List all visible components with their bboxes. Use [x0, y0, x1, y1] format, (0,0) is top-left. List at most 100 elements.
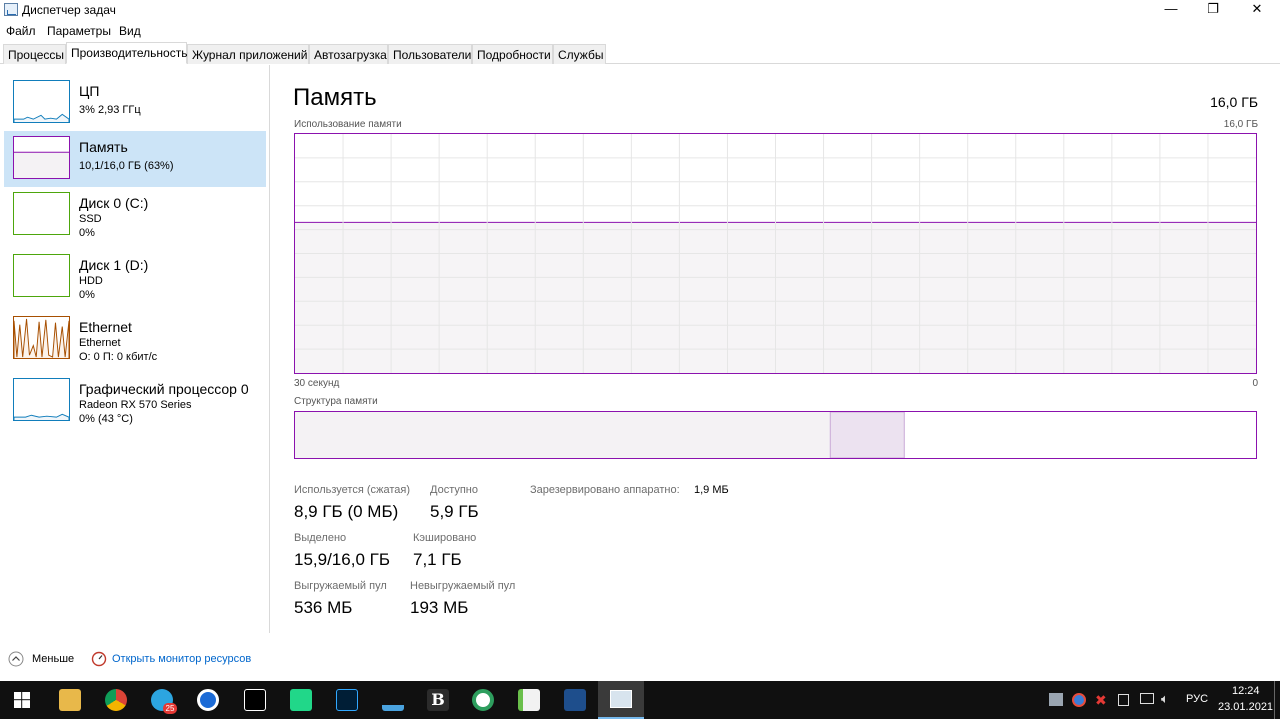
notepad-app-icon[interactable]: [518, 689, 540, 711]
ethernet-mini-graph: [13, 316, 70, 359]
tab-app-history[interactable]: Журнал приложений: [187, 44, 309, 64]
sidebar-item-sub: Radeon RX 570 Series: [79, 399, 192, 411]
restore-button[interactable]: ❐: [1190, 0, 1236, 20]
sidebar-item-sub: 10,1/16,0 ГБ (63%): [79, 160, 174, 172]
sidebar-item-sub: 3% 2,93 ГГц: [79, 104, 141, 116]
memory-usage-graph: [294, 133, 1257, 374]
available-label: Доступно: [430, 484, 479, 496]
task-manager-icon: [4, 3, 18, 16]
committed-label: Выделено: [294, 532, 347, 544]
available-value: 5,9 ГБ: [430, 502, 479, 521]
minimize-button[interactable]: —: [1148, 0, 1194, 20]
memory-structure-bar: [294, 411, 1257, 459]
sidebar-item-title: Ethernet: [79, 319, 132, 335]
paged-pool-value: 536 МБ: [294, 598, 353, 617]
pycharm-icon[interactable]: [290, 689, 312, 711]
chevron-up-icon[interactable]: [8, 651, 24, 667]
powershell-icon[interactable]: [564, 689, 586, 711]
gpu-mini-graph: [13, 378, 70, 421]
tray-alert-icon[interactable]: ✖: [1095, 692, 1107, 709]
photoshop-icon[interactable]: [336, 689, 358, 711]
structure-in-use-segment: [295, 412, 831, 458]
window-title: Диспетчер задач: [22, 3, 116, 17]
tab-users[interactable]: Пользователи: [388, 44, 472, 64]
resource-monitor-icon: [91, 651, 107, 667]
file-explorer-icon[interactable]: [59, 689, 81, 711]
tray-app-icon[interactable]: [1049, 693, 1063, 706]
tray-device-icon[interactable]: [1118, 694, 1129, 706]
nonpaged-pool-value: 193 МБ: [410, 598, 469, 617]
sidebar-item-title: ЦП: [79, 83, 100, 99]
nonpaged-pool-label: Невыгружаемый пул: [410, 580, 516, 592]
close-button[interactable]: ✕: [1234, 0, 1280, 20]
b-app-icon[interactable]: B: [427, 689, 449, 711]
intellij-idea-icon[interactable]: [244, 689, 266, 711]
fewer-details-button[interactable]: Меньше: [32, 653, 74, 665]
cached-label: Кэшировано: [413, 532, 477, 544]
tray-network-app-icon[interactable]: [1072, 693, 1086, 707]
graph-label: Использование памяти: [294, 119, 402, 130]
time-axis-zero: 0: [1252, 378, 1258, 389]
keyboard-language[interactable]: РУС: [1186, 693, 1208, 705]
tab-processes[interactable]: Процессы: [3, 44, 66, 64]
sidebar-item-disk0[interactable]: Диск 0 (C:) SSD 0%: [4, 187, 266, 243]
committed-value: 15,9/16,0 ГБ: [294, 550, 390, 569]
reserved-label: Зарезервировано аппаратно:: [530, 484, 680, 496]
sidebar-item-title: Графический процессор 0: [79, 381, 249, 397]
time-axis-label: 30 секунд: [294, 378, 340, 389]
sidebar-item-title: Диск 1 (D:): [79, 257, 149, 273]
sidebar-item-sub: HDD: [79, 275, 103, 287]
sidebar-item-sub: Ethernet: [79, 337, 121, 349]
sidebar-item-cpu[interactable]: ЦП 3% 2,93 ГГц: [4, 75, 266, 131]
structure-modified-segment: [829, 412, 905, 458]
graph-max-label: 16,0 ГБ: [1223, 119, 1258, 130]
sidebar-item-sub2: 0%: [79, 289, 95, 301]
open-resource-monitor-link[interactable]: Открыть монитор ресурсов: [112, 653, 251, 665]
tab-performance[interactable]: Производительность: [66, 42, 187, 64]
menu-file[interactable]: Файл: [6, 24, 36, 38]
sidebar-item-title: Память: [79, 139, 128, 155]
tab-startup[interactable]: Автозагрузка: [309, 44, 388, 64]
sidebar-item-ethernet[interactable]: Ethernet Ethernet О: 0 П: 0 кбит/с: [4, 311, 266, 367]
tab-services[interactable]: Службы: [553, 44, 606, 64]
task-manager-taskbar-button[interactable]: [598, 681, 644, 719]
sidebar-item-sub2: О: 0 П: 0 кбит/с: [79, 351, 158, 363]
sidebar-item-sub2: 0%: [79, 227, 95, 239]
paged-pool-label: Выгружаемый пул: [294, 580, 387, 592]
disk1-mini-graph: [13, 254, 70, 297]
clock-time[interactable]: 12:24: [1232, 685, 1260, 697]
sidebar-item-sub: SSD: [79, 213, 102, 225]
green-circle-app-icon[interactable]: [472, 689, 494, 711]
page-title: Память: [293, 84, 377, 111]
sidebar-item-memory[interactable]: Память 10,1/16,0 ГБ (63%): [4, 131, 266, 187]
network-icon[interactable]: [1140, 693, 1154, 704]
windows-start-icon[interactable]: [14, 692, 30, 708]
sidebar-item-gpu[interactable]: Графический процессор 0 Radeon RX 570 Se…: [4, 373, 266, 429]
structure-label: Структура памяти: [294, 396, 378, 407]
in-use-value: 8,9 ГБ (0 МБ): [294, 502, 399, 521]
cloud-app-icon[interactable]: [382, 689, 404, 711]
clock-date[interactable]: 23.01.2021: [1218, 701, 1273, 713]
reserved-value: 1,9 МБ: [694, 484, 729, 496]
tab-bar: Процессы Производительность Журнал прило…: [0, 42, 1280, 64]
disk0-mini-graph: [13, 192, 70, 235]
sidebar-item-title: Диск 0 (C:): [79, 195, 149, 211]
title-bar: Диспетчер задач — ❐ ✕: [0, 0, 1280, 20]
sidebar-item-disk1[interactable]: Диск 1 (D:) HDD 0%: [4, 249, 266, 305]
cached-value: 7,1 ГБ: [413, 550, 462, 569]
memory-mini-graph: [13, 136, 70, 179]
chrome-icon[interactable]: [105, 689, 127, 711]
telegram-badge: 25: [163, 703, 177, 714]
taskbar: 25 B ✖ 🔈︎ РУС 12:24 23.01.2021: [0, 681, 1280, 719]
menu-options[interactable]: Параметры: [47, 24, 111, 38]
cpu-mini-graph: [13, 80, 70, 123]
resource-sidebar: ЦП 3% 2,93 ГГц Память 10,1/16,0 ГБ (63%)…: [0, 65, 270, 633]
tab-details[interactable]: Подробности: [472, 44, 553, 64]
menu-view[interactable]: Вид: [119, 24, 141, 38]
volume-icon[interactable]: 🔈︎: [1161, 691, 1169, 707]
show-desktop-button[interactable]: [1274, 681, 1275, 719]
task-manager-taskbar-icon: [610, 690, 632, 708]
vpn-app-icon[interactable]: [197, 689, 219, 711]
footer: Меньше Открыть монитор ресурсов: [0, 633, 1280, 681]
in-use-label: Используется (сжатая): [294, 484, 411, 496]
